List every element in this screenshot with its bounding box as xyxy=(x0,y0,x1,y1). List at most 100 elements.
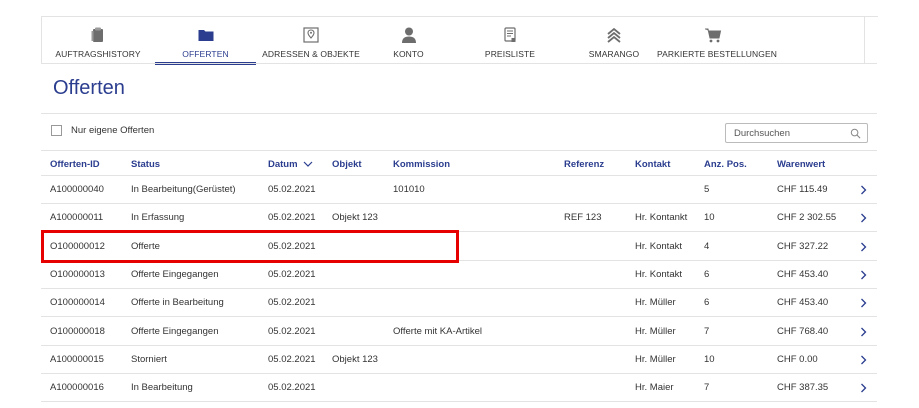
chevron-right-icon[interactable] xyxy=(860,270,867,280)
col-header-status[interactable]: Status xyxy=(131,159,160,170)
nav-label: Offerten xyxy=(182,49,229,59)
cell-warenwert: CHF 2 302.55 xyxy=(777,212,837,224)
own-offers-label: Nur eigene Offerten xyxy=(71,125,155,136)
cell-warenwert: CHF 0.00 xyxy=(777,353,818,365)
cell-id: O100000012 xyxy=(50,240,105,252)
chevron-right-icon[interactable] xyxy=(860,185,867,195)
search-input[interactable] xyxy=(734,127,844,140)
col-header-referenz[interactable]: Referenz xyxy=(564,159,604,170)
cell-datum: 05.02.2021 xyxy=(268,184,316,195)
cell-kontakt: Hr. Kontakt xyxy=(635,268,682,280)
table-row[interactable]: O100000018 Offerte Eingegangen 05.02.2021 O… xyxy=(41,318,877,346)
divider xyxy=(41,150,877,151)
col-header-objekt[interactable]: Objekt xyxy=(332,159,362,170)
cell-id: O100000018 xyxy=(50,325,105,337)
top-nav: Auftragshistory Offerten Adressen & Obje… xyxy=(41,16,877,65)
cell-datum: 05.02.2021 xyxy=(268,325,316,337)
cell-objekt: Objekt 123 xyxy=(332,353,378,365)
chevron-down-icon xyxy=(303,162,312,168)
cell-id: A100000011 xyxy=(50,212,104,224)
table-row[interactable]: A100000015 Storniert 05.02.2021 Objekt 123 H… xyxy=(41,346,877,374)
cell-id: O100000013 xyxy=(50,268,105,280)
user-icon xyxy=(401,27,416,43)
cell-id: O100000014 xyxy=(50,297,105,309)
table-row[interactable]: O100000013 Offerte Eingegangen 05.02.2021 H… xyxy=(41,261,877,289)
nav-divider xyxy=(864,16,878,17)
cell-id: A100000015 xyxy=(50,353,104,365)
chevron-right-icon[interactable] xyxy=(860,298,867,308)
cell-kontakt: Hr. Müller xyxy=(635,325,676,337)
nav-tab-konto[interactable]: Konto xyxy=(376,17,441,64)
cell-status: Storniert xyxy=(131,353,167,365)
cell-kontakt: Hr. Müller xyxy=(635,353,676,365)
col-header-warenwert[interactable]: Warenwert xyxy=(777,159,825,170)
divider xyxy=(41,113,877,114)
row-divider xyxy=(41,401,877,403)
cell-status: Offerte Eingegangen xyxy=(131,268,219,280)
nav-label: Parkierte Bestellungen xyxy=(657,49,777,59)
nav-label: Preisliste xyxy=(484,49,536,59)
cell-anzpos: 6 xyxy=(704,297,710,309)
cell-anzpos: 7 xyxy=(704,325,710,337)
cell-kontakt: Hr. Maier xyxy=(635,382,674,394)
col-header-anz-pos[interactable]: Anz. Pos. xyxy=(704,159,747,170)
table-row[interactable]: O100000014 Offerte in Bearbeitung 05.02.20… xyxy=(41,289,877,318)
nav-label: Auftragshistory xyxy=(55,49,141,59)
chevron-right-icon[interactable] xyxy=(860,213,867,223)
cell-objekt: Objekt 123 xyxy=(332,212,378,224)
cart-icon xyxy=(705,28,722,43)
nav-tab-adressen-objekte[interactable]: Adressen & Objekte xyxy=(256,17,366,64)
cell-referenz: REF 123 xyxy=(564,212,602,224)
cell-datum: 05.02.2021 xyxy=(268,268,316,280)
col-header-datum-label: Datum xyxy=(268,159,298,170)
search-box[interactable] xyxy=(725,123,868,143)
cell-id: A100000040 xyxy=(50,184,104,195)
col-header-offerten-id[interactable]: Offerten-ID xyxy=(50,159,100,170)
chevron-right-icon[interactable] xyxy=(860,383,867,393)
chevron-right-icon[interactable] xyxy=(860,327,867,337)
cell-anzpos: 6 xyxy=(704,268,710,280)
cell-kontakt: Hr. Kontakt xyxy=(635,240,682,252)
col-header-kontakt[interactable]: Kontakt xyxy=(635,159,670,170)
cell-warenwert: CHF 768.40 xyxy=(777,325,829,337)
nav-label: Smarango xyxy=(588,49,640,59)
nav-divider xyxy=(864,16,865,64)
cell-datum: 05.02.2021 xyxy=(268,297,316,309)
cell-anzpos: 4 xyxy=(704,240,710,252)
chevron-right-icon[interactable] xyxy=(860,242,867,252)
cell-status: In Bearbeitung(Gerüstet) xyxy=(131,184,236,195)
cell-status: Offerte in Bearbeitung xyxy=(131,297,224,309)
cell-warenwert: CHF 115.49 xyxy=(777,184,828,195)
smarango-icon xyxy=(607,27,621,43)
own-offers-checkbox[interactable] xyxy=(51,125,62,136)
nav-tab-preisliste[interactable]: Preisliste xyxy=(475,17,545,64)
cell-datum: 05.02.2021 xyxy=(268,240,316,252)
table-row[interactable]: A100000040 In Bearbeitung(Gerüstet) 05.02.… xyxy=(41,176,877,204)
nav-tab-parkierte-bestellungen[interactable]: Parkierte Bestellungen xyxy=(657,17,777,64)
cell-anzpos: 5 xyxy=(704,184,710,195)
nav-tab-auftragshistory[interactable]: Auftragshistory xyxy=(42,17,154,64)
table-row[interactable]: A100000011 In Erfassung 05.02.2021 Objekt 1… xyxy=(41,204,877,233)
cell-status: Offerte xyxy=(131,240,160,252)
chevron-right-icon[interactable] xyxy=(860,355,867,365)
col-header-kommission[interactable]: Kommission xyxy=(393,159,450,170)
cell-anzpos: 10 xyxy=(704,212,715,224)
nav-label: Konto xyxy=(393,49,424,59)
col-header-datum[interactable]: Datum xyxy=(268,159,313,170)
page-title: Offerten xyxy=(53,77,125,99)
cell-warenwert: CHF 453.40 xyxy=(777,268,829,280)
cell-anzpos: 10 xyxy=(704,353,715,365)
folder-icon xyxy=(198,30,213,41)
nav-tab-offerten[interactable]: Offerten xyxy=(155,17,256,65)
table-row[interactable]: A100000016 In Bearbeitung 05.02.2021 Hr. Ma… xyxy=(41,374,877,403)
search-icon[interactable] xyxy=(850,128,861,139)
clipboard-icon xyxy=(91,27,103,42)
table-row[interactable]: O100000012 Offerte 05.02.2021 Hr. Kontakt 4 C… xyxy=(41,233,877,261)
nav-divider xyxy=(41,63,877,64)
cell-status: In Erfassung xyxy=(131,212,185,224)
price-list-icon xyxy=(504,27,516,42)
cell-anzpos: 7 xyxy=(704,382,710,394)
own-offers-filter[interactable]: Nur eigene Offerten xyxy=(51,125,154,136)
cell-status: Offerte Eingegangen xyxy=(131,325,219,337)
nav-tab-smarango[interactable]: Smarango xyxy=(574,17,654,64)
